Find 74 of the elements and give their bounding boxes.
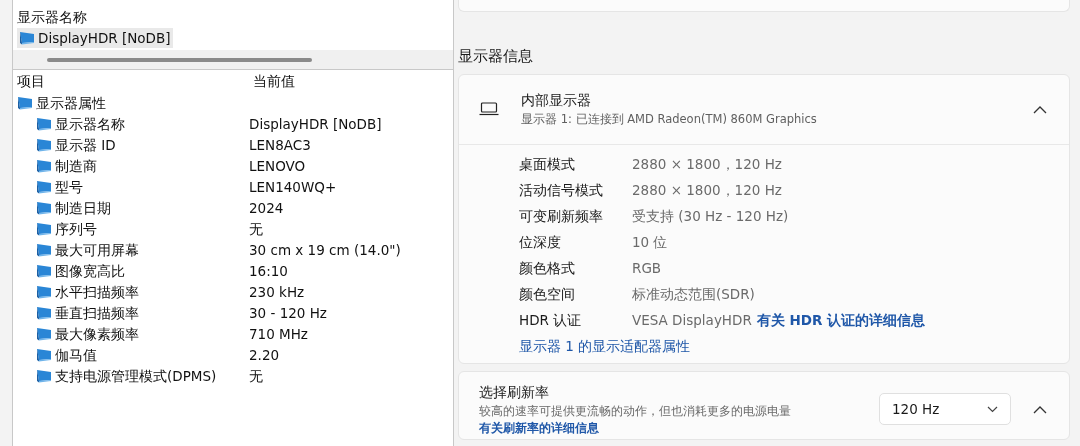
collapse-chevron-icon[interactable]	[1033, 104, 1047, 114]
monitor-icon	[17, 95, 33, 110]
property-value: 受支持 (30 Hz - 120 Hz)	[632, 206, 789, 226]
property-value: 16:10	[249, 261, 288, 281]
display-list-item[interactable]: DisplayHDR [NoDB]	[17, 28, 173, 48]
card-description: 较高的速率可提供更流畅的动作，但也消耗更多的电源电量 有关刷新率的详细信息	[479, 402, 792, 437]
column-header[interactable]: 项目	[13, 70, 249, 93]
property-value: 2024	[249, 198, 284, 218]
dropdown-chevron-icon	[987, 405, 998, 413]
monitor-icon	[36, 305, 52, 320]
property-value: 30 cm x 19 cm (14.0")	[249, 240, 401, 260]
property-label: 位深度	[519, 232, 562, 252]
tree-item[interactable]: 最大可用屏幕	[36, 239, 249, 260]
property-label: HDR 认证	[519, 310, 583, 330]
refresh-rate-dropdown[interactable]: 120 Hz	[879, 393, 1011, 426]
tree-item[interactable]: 制造日期	[36, 197, 249, 218]
tree-item[interactable]: 最大像素频率	[36, 323, 249, 344]
monitor-icon	[36, 137, 52, 152]
tree-item[interactable]: 显示器 ID	[36, 134, 249, 155]
property-value: LEN140WQ+	[249, 177, 337, 197]
tree-item[interactable]: 支持电源管理模式(DPMS)	[36, 365, 249, 386]
property-value: 30 - 120 Hz	[249, 303, 327, 323]
collapse-chevron-icon[interactable]	[1033, 404, 1047, 414]
property-value: LENOVO	[249, 156, 306, 176]
tree-item[interactable]: 型号	[36, 176, 249, 197]
tree-item[interactable]: 制造商	[36, 155, 249, 176]
property-value: 2.20	[249, 345, 280, 365]
tree-item[interactable]: 序列号	[36, 218, 249, 239]
property-value: 10 位	[632, 232, 668, 252]
tree-item[interactable]: 水平扫描频率	[36, 281, 249, 302]
property-value: 2880 × 1800，120 Hz	[632, 154, 782, 174]
property-label: 可变刷新频率	[519, 206, 604, 226]
monitor-icon	[36, 263, 52, 278]
monitor-icon	[36, 221, 52, 236]
adapter-properties-link[interactable]: 显示器 1 的显示适配器属性	[519, 335, 691, 356]
property-label: 活动信号模式	[519, 180, 604, 200]
property-value: DisplayHDR [NoDB]	[249, 114, 382, 134]
column-header[interactable]: 当前值	[249, 70, 295, 93]
tree-item[interactable]: 图像宽高比	[36, 260, 249, 281]
monitor-icon	[36, 284, 52, 299]
property-value: 无	[249, 219, 263, 239]
property-value: VESA DisplayHDR	[632, 310, 752, 330]
property-value: 2880 × 1800，120 Hz	[632, 180, 782, 200]
property-value: 标准动态范围(SDR)	[632, 284, 755, 304]
card-title: 内部显示器	[521, 91, 592, 111]
property-value: 230 kHz	[249, 282, 305, 302]
monitor-icon	[19, 31, 35, 45]
laptop-icon	[479, 102, 499, 117]
monitor-icon	[36, 368, 52, 383]
details-link[interactable]: 有关刷新率的详细信息	[479, 420, 599, 435]
monitor-icon	[36, 116, 52, 131]
tree-item[interactable]: 伽马值	[36, 344, 249, 365]
property-value: 710 MHz	[249, 324, 308, 344]
details-link[interactable]: 有关 HDR 认证的详细信息	[756, 309, 926, 330]
property-label: 桌面模式	[519, 154, 576, 174]
card-title: 选择刷新率	[479, 382, 550, 402]
property-value: RGB	[632, 258, 662, 278]
property-value: LEN8AC3	[249, 135, 311, 155]
monitor-icon	[36, 347, 52, 362]
list-header: 显示器名称	[17, 8, 88, 27]
monitor-icon	[36, 200, 52, 215]
tree-item[interactable]: 垂直扫描频率	[36, 302, 249, 323]
tree-node[interactable]: 显示器属性	[17, 92, 106, 113]
monitor-icon	[36, 158, 52, 173]
scrollbar-thumb[interactable]	[47, 57, 312, 62]
property-value: 无	[249, 366, 263, 386]
monitor-icon	[36, 179, 52, 194]
monitor-icon	[36, 326, 52, 341]
tree-item[interactable]: 显示器名称	[36, 113, 249, 134]
section-title: 显示器信息	[458, 47, 534, 66]
property-label: 颜色空间	[519, 284, 576, 304]
monitor-icon	[36, 242, 52, 257]
card-subtitle: 显示器 1: 已连接到 AMD Radeon(TM) 860M Graphics	[521, 111, 818, 129]
property-label: 颜色格式	[519, 258, 576, 278]
